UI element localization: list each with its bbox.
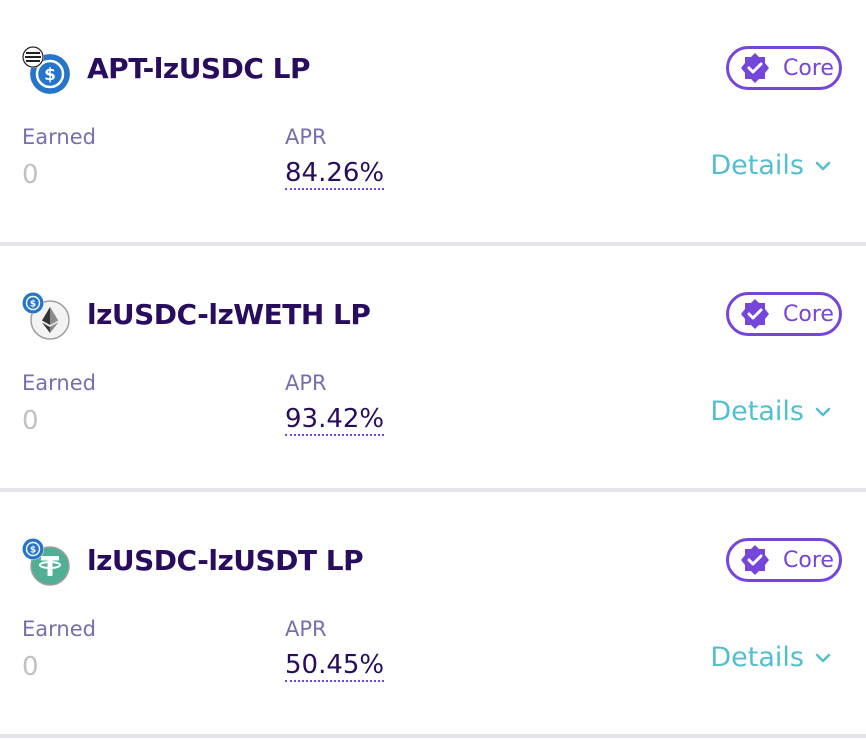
details-toggle[interactable]: Details — [710, 642, 832, 673]
badge-label: Core — [783, 55, 834, 81]
apr-value[interactable]: 84.26% — [285, 158, 385, 190]
farm-card: $ lzUSDC-lzWETH LP Core Earned APR 0 93.… — [0, 246, 866, 492]
earned-value: 0 — [22, 652, 39, 682]
details-label: Details — [710, 642, 804, 673]
core-badge: Core — [726, 46, 842, 90]
chevron-down-icon — [815, 653, 831, 662]
svg-text:$: $ — [30, 300, 36, 310]
details-label: Details — [710, 150, 804, 181]
apr-value[interactable]: 50.45% — [285, 650, 385, 682]
badge-label: Core — [783, 301, 834, 327]
apr-label: APR — [285, 617, 327, 641]
details-toggle[interactable]: Details — [710, 150, 832, 181]
earned-label: Earned — [22, 617, 96, 641]
details-label: Details — [710, 396, 804, 427]
token-pair-icons: $ — [22, 538, 72, 588]
earned-value: 0 — [22, 406, 39, 436]
farm-title: lzUSDC-lzWETH LP — [87, 298, 371, 331]
svg-text:$: $ — [30, 546, 36, 556]
core-badge: Core — [726, 538, 842, 582]
farm-card: $ lzUSDC-lzUSDT LP Core Earned APR 0 50.… — [0, 492, 866, 738]
core-badge: Core — [726, 292, 842, 336]
token-pair-icons: $ — [22, 46, 72, 96]
earned-label: Earned — [22, 371, 96, 395]
verified-icon — [741, 545, 769, 575]
verified-icon — [741, 53, 769, 83]
details-toggle[interactable]: Details — [710, 396, 832, 427]
usdc-icon: $ — [22, 538, 44, 560]
farm-title: APT-lzUSDC LP — [87, 52, 311, 85]
apr-label: APR — [285, 125, 327, 149]
verified-icon — [741, 299, 769, 329]
farm-card: $ APT-lzUSDC LP Core Earned APR 0 84.26%… — [0, 0, 866, 246]
badge-label: Core — [783, 547, 834, 573]
aptos-icon — [22, 46, 44, 68]
chevron-down-icon — [815, 407, 831, 416]
earned-value: 0 — [22, 160, 39, 190]
usdc-icon: $ — [22, 292, 44, 314]
svg-text:$: $ — [44, 65, 56, 85]
token-pair-icons: $ — [22, 292, 72, 342]
chevron-down-icon — [815, 161, 831, 170]
apr-label: APR — [285, 371, 327, 395]
earned-label: Earned — [22, 125, 96, 149]
apr-value[interactable]: 93.42% — [285, 404, 385, 436]
farm-title: lzUSDC-lzUSDT LP — [87, 544, 364, 577]
